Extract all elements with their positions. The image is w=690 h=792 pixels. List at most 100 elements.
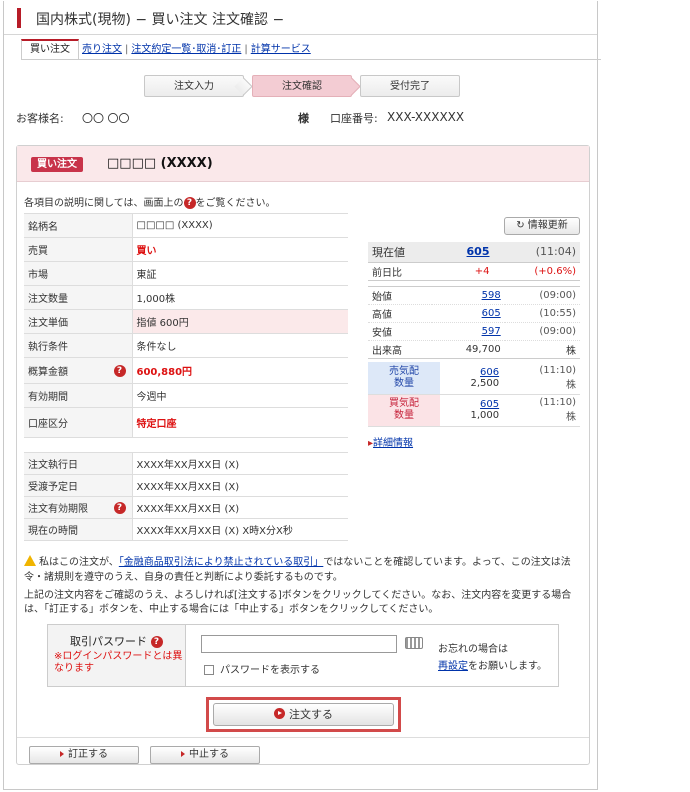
row-label: 注文単価: [24, 309, 133, 334]
triangle-right-icon: [181, 751, 185, 757]
table-row: 有効期間 今週中: [24, 383, 348, 408]
password-title: 取引パスワード ?: [70, 633, 163, 649]
refresh-icon: ↻: [516, 220, 528, 231]
buy-order-badge: 買い注文: [31, 157, 83, 172]
row-label: 執行条件: [24, 333, 133, 358]
table-row: 銘柄名 □□□□ (XXXX): [24, 213, 348, 238]
warning-text-pre: 私はこの注文が、: [39, 557, 119, 568]
current-price-time: (11:04): [493, 242, 580, 263]
table-row: 安値 597 (09:00): [368, 322, 580, 341]
low-price-link[interactable]: 597: [482, 326, 501, 337]
sell-quote-label-1: 売気配: [389, 365, 419, 377]
stock-title: □□□□ (XXXX): [107, 156, 213, 171]
trade-password-input[interactable]: [201, 635, 397, 653]
volume-unit: 株: [504, 340, 580, 359]
buy-price-link[interactable]: 605: [480, 399, 499, 410]
open-cell: 598: [432, 286, 505, 305]
row-label: 概算金額: [28, 367, 68, 378]
cancel-button[interactable]: 中止する: [150, 746, 260, 764]
account-type-value: 特定口座: [132, 407, 348, 438]
place-order-button[interactable]: 注文する: [213, 703, 394, 726]
buy-quote-label: 買気配 数量: [368, 394, 440, 427]
high-cell: 605: [432, 304, 505, 323]
refresh-label: 情報更新: [527, 220, 568, 231]
progress-steps: 注文入力 注文確認 受付完了: [144, 75, 468, 97]
modify-button[interactable]: 訂正する: [29, 746, 139, 764]
table-row: 始値 598 (09:00): [368, 286, 580, 305]
high-label: 高値: [368, 304, 433, 323]
buy-quote-values: 605 1,000: [440, 394, 504, 427]
table-row: 注文単価 指値 600円: [24, 309, 348, 334]
table-row: 高値 605 (10:55): [368, 304, 580, 323]
sell-unit: 株: [566, 379, 576, 391]
table-row: 出来高 49,700 株: [368, 340, 580, 359]
show-password-toggle[interactable]: パスワードを表示する: [204, 661, 320, 676]
help-note: 各項目の説明に関しては、画面上の? をご覧ください。: [24, 194, 276, 209]
detail-info-link[interactable]: ▸詳細情報: [368, 434, 413, 449]
sell-quote-meta: (11:10) 株: [503, 362, 580, 395]
order-detail-table: 銘柄名 □□□□ (XXXX) 売買 買い 市場 東証 注文数量 1,000株 注文単価…: [24, 213, 348, 438]
refresh-button[interactable]: ↻ 情報更新: [504, 217, 580, 235]
keyboard-icon[interactable]: [405, 637, 423, 649]
quote-board-table: 売気配 数量 606 2,500 (11:10) 株 買気配 数量 605 1,000 (…: [368, 362, 580, 427]
tab-calc-service[interactable]: 計算サービス: [248, 41, 314, 59]
condition-value: 条件なし: [132, 333, 348, 358]
sell-price-link[interactable]: 606: [480, 367, 499, 378]
buy-qty: 1,000: [470, 410, 500, 421]
tab-underline: [21, 59, 601, 60]
password-label-cell: 取引パスワード ? ※ログインパスワードとは異なります: [48, 625, 186, 686]
account-number: XXX-XXXXXX: [387, 110, 465, 124]
row-label: 口座区分: [24, 407, 133, 438]
confirm-notice: 上記の注文内容をご確認のうえ、よろしければ[注文する]ボタンをクリックしてくださ…: [24, 590, 572, 615]
row-label: 注文数量: [24, 285, 133, 310]
sell-qty: 2,500: [470, 377, 500, 389]
expiry-date-value: XXXX年XX月XX日 (X): [132, 496, 348, 519]
help-note-text-end: をご覧ください。: [195, 198, 276, 209]
question-icon[interactable]: ?: [113, 364, 126, 377]
prohibited-trade-link[interactable]: 「金融商品取引法により禁止されている取引」: [119, 557, 324, 568]
cancel-label: 中止する: [189, 749, 229, 760]
change-label: 前日比: [368, 262, 440, 281]
step-order-confirm: 注文確認: [252, 75, 352, 97]
buy-quote-label-2: 数量: [394, 410, 414, 421]
row-label: 受渡予定日: [24, 474, 133, 497]
row-label: 有効期間: [24, 383, 133, 408]
sell-quote-label: 売気配 数量: [368, 362, 440, 395]
high-time: (10:55): [504, 304, 580, 323]
current-price-label: 現在値: [368, 242, 440, 263]
volume-label: 出来高: [368, 340, 433, 359]
buy-quote-meta: (11:10) 株: [503, 394, 580, 427]
tab-buy-order[interactable]: 買い注文: [21, 39, 79, 59]
show-password-checkbox[interactable]: [204, 665, 214, 675]
expiry-label-cell: 注文有効期限?: [24, 496, 133, 519]
table-row: 売買 買い: [24, 237, 348, 262]
step-order-input: 注文入力: [144, 75, 244, 97]
page-frame: 国内株式(現物) − 買い注文 注文確認 − 買い注文 売り注文 | 注文約定一…: [3, 1, 601, 790]
tab-sell-order[interactable]: 売り注文: [79, 41, 125, 59]
password-forgot: お忘れの場合は 再設定をお願いします。: [438, 641, 547, 675]
sell-quote-values: 606 2,500: [440, 362, 504, 395]
play-icon: [274, 708, 285, 719]
password-box: 取引パスワード ? ※ログインパスワードとは異なります パスワードを表示する お…: [47, 624, 559, 687]
table-row: 売気配 数量 606 2,500 (11:10) 株: [368, 362, 580, 395]
table-row: 執行条件 条件なし: [24, 333, 348, 358]
password-note: ※ログインパスワードとは異なります: [54, 651, 183, 674]
tab-order-list[interactable]: 注文約定一覧･取消･訂正: [128, 41, 244, 59]
question-icon[interactable]: ?: [113, 501, 126, 514]
table-row: 買気配 数量 605 1,000 (11:10) 株: [368, 394, 580, 427]
table-row: 概算金額? 600,880円: [24, 357, 348, 384]
help-note-text: 各項目の説明に関しては、画面上の: [24, 198, 184, 209]
open-price-link[interactable]: 598: [482, 290, 501, 301]
current-price-link[interactable]: 605: [467, 245, 490, 258]
row-label: 現在の時間: [24, 518, 133, 541]
current-time-value: XXXX年XX月XX日 (X) X時X分X秒: [132, 518, 348, 541]
forgot-text-post: をお願いします。: [468, 661, 547, 672]
high-price-link[interactable]: 605: [482, 308, 501, 319]
quote-current-table: 現在値 605 (11:04) 前日比 +4 (+0.6%): [368, 242, 580, 281]
question-icon[interactable]: ?: [150, 636, 163, 648]
settle-date-value: XXXX年XX月XX日 (X): [132, 474, 348, 497]
table-row: 口座区分 特定口座: [24, 407, 348, 438]
row-label: 市場: [24, 261, 133, 286]
buy-time: (11:10): [539, 397, 576, 408]
password-reset-link[interactable]: 再設定: [438, 661, 468, 672]
